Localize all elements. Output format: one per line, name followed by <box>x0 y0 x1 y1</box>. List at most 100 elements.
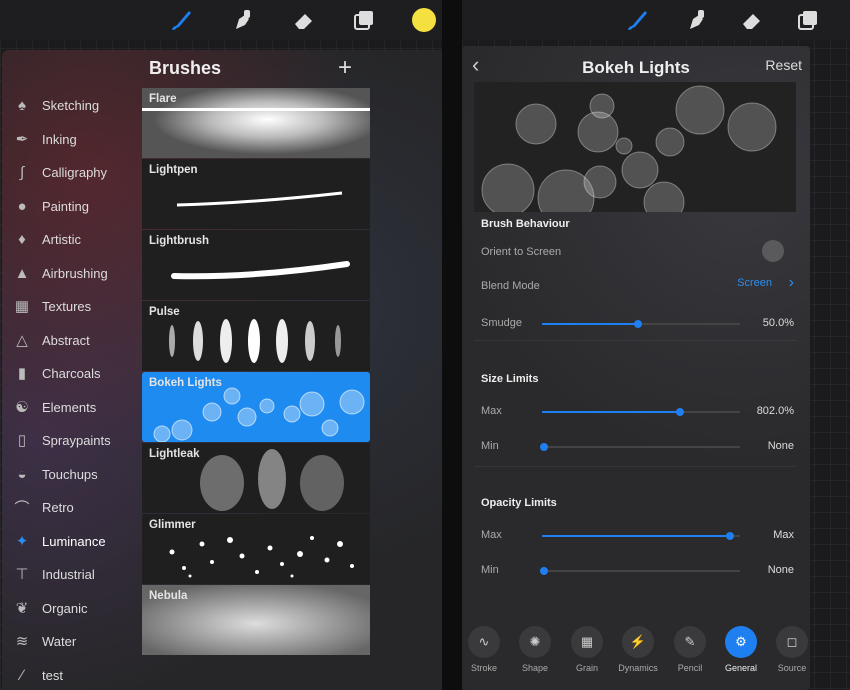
blend-mode-label: Blend Mode <box>481 280 540 292</box>
slider-fill <box>542 411 680 413</box>
category-textures[interactable]: ▦ Textures <box>2 289 142 323</box>
category-spraypaints[interactable]: ▯ Spraypaints <box>2 423 142 457</box>
tab-shape[interactable]: ✺ Shape <box>511 626 559 673</box>
size-max-slider[interactable] <box>542 408 740 416</box>
brush-lightbrush[interactable]: Lightbrush <box>142 230 370 300</box>
tab-stroke[interactable]: ∿ Stroke <box>462 626 508 673</box>
brush-library-screen: Brushes + ♠ Sketching ✒ Inking ∫ Calligraph… <box>0 0 442 690</box>
category-airbrushing[interactable]: ▲ Airbrushing <box>2 256 142 290</box>
category-label: Luminance <box>42 533 106 549</box>
brush-name: Lightpen <box>149 164 198 176</box>
slider-knob[interactable] <box>540 443 548 451</box>
brush-settings-popover: ‹ Bokeh Lights Reset Brush Behaviour Ori… <box>462 46 810 690</box>
triangle-icon: △ <box>16 332 28 349</box>
tab-pencil[interactable]: ✎ Pencil <box>666 626 714 673</box>
chevron-right-icon[interactable]: › <box>789 274 794 292</box>
category-label: Organic <box>42 600 88 616</box>
brush-name: Lightbrush <box>149 235 210 247</box>
divider <box>474 340 796 341</box>
section-title-size-limits: Size Limits <box>481 373 539 385</box>
gear-icon: ⚙ <box>725 626 757 658</box>
smudge-icon[interactable] <box>226 4 258 36</box>
layers-icon[interactable] <box>792 4 824 36</box>
category-label: test <box>42 667 63 683</box>
layers-icon[interactable] <box>348 4 380 36</box>
category-label: Industrial <box>42 566 95 582</box>
category-label: Elements <box>42 399 97 415</box>
tab-grain[interactable]: ▦ Grain <box>563 626 611 673</box>
brush-icon[interactable] <box>166 4 198 36</box>
brush-lightpen[interactable]: Lightpen <box>142 159 370 229</box>
orient-to-screen-toggle[interactable] <box>762 240 784 262</box>
color-swatch[interactable] <box>408 4 440 36</box>
brush-name: Pulse <box>149 306 180 318</box>
brush-bokeh-lights[interactable]: Bokeh Lights <box>142 372 370 442</box>
tab-label: Grain <box>575 663 598 673</box>
source-icon: ◻ <box>776 626 808 658</box>
leaf-icon: ❦ <box>15 600 29 617</box>
category-label: Calligraphy <box>42 164 108 180</box>
slider-knob[interactable] <box>634 320 642 328</box>
category-abstract[interactable]: △ Abstract <box>2 323 142 357</box>
tab-dynamics[interactable]: ⚡ Dynamics <box>614 626 662 673</box>
tab-source[interactable]: ◻ Source <box>768 626 816 673</box>
category-calligraphy[interactable]: ∫ Calligraphy <box>2 155 142 189</box>
slider-knob[interactable] <box>540 567 548 575</box>
brush-lightleak[interactable]: Lightleak <box>142 443 370 513</box>
category-elements[interactable]: ☯ Elements <box>2 390 142 424</box>
opacity-max-slider[interactable] <box>542 532 740 540</box>
category-charcoals[interactable]: ▮ Charcoals <box>2 356 142 390</box>
brush-icon[interactable] <box>622 4 654 36</box>
category-label: Touchups <box>42 466 98 482</box>
category-test[interactable]: ∕ test <box>2 658 142 690</box>
calligraphy-icon: ∫ <box>19 163 25 181</box>
brush-glimmer[interactable]: Glimmer <box>142 514 370 584</box>
add-brush-set-button[interactable]: + <box>338 56 352 80</box>
flame-brush-icon: ♦ <box>18 230 26 248</box>
size-min-value: None <box>767 440 794 452</box>
blend-mode-value[interactable]: Screen <box>737 277 772 289</box>
category-painting[interactable]: ● Painting <box>2 189 142 223</box>
category-water[interactable]: ≋ Water <box>2 624 142 658</box>
color-swatch-dot <box>412 8 436 32</box>
opacity-min-label: Min <box>481 564 499 576</box>
opacity-min-slider[interactable] <box>540 567 740 575</box>
size-min-slider[interactable] <box>540 443 740 451</box>
category-inking[interactable]: ✒ Inking <box>2 122 142 156</box>
tab-label: Pencil <box>677 663 703 673</box>
category-label: Spraypaints <box>42 432 111 448</box>
brush-name: Bokeh Lights <box>149 377 222 389</box>
category-luminance[interactable]: ✦ Luminance <box>2 524 142 558</box>
stroke-icon: ∿ <box>468 626 500 658</box>
eraser-icon[interactable] <box>288 4 320 36</box>
category-organic[interactable]: ❦ Organic <box>2 591 142 625</box>
opacity-max-value: Max <box>773 529 794 541</box>
eraser-icon[interactable] <box>736 4 768 36</box>
brush-nebula[interactable]: Nebula <box>142 585 370 655</box>
category-sketching[interactable]: ♠ Sketching <box>2 88 142 122</box>
anvil-icon: ⊤ <box>15 566 29 583</box>
category-touchups[interactable]: ◒ Touchups <box>2 457 142 491</box>
brush-pulse[interactable]: Pulse <box>142 301 370 371</box>
lightning-icon: ⚡ <box>622 626 654 658</box>
brush-settings-screen: ‹ Bokeh Lights Reset Brush Behaviour Ori… <box>462 0 850 690</box>
tab-general[interactable]: ⚙ General <box>717 626 765 673</box>
spray-can-icon: ▯ <box>17 432 27 449</box>
category-artistic[interactable]: ♦ Artistic <box>2 222 142 256</box>
reset-button[interactable]: Reset <box>765 57 802 73</box>
slider-knob[interactable] <box>726 532 734 540</box>
category-industrial[interactable]: ⊤ Industrial <box>2 557 142 591</box>
section-title-brush-behaviour: Brush Behaviour <box>481 218 570 230</box>
smudge-icon[interactable] <box>680 4 712 36</box>
smudge-slider[interactable] <box>542 320 740 328</box>
slider-knob[interactable] <box>676 408 684 416</box>
brush-flare[interactable]: Flare <box>142 88 370 158</box>
brush-name: Nebula <box>149 590 188 602</box>
waves-icon: ≋ <box>15 633 29 650</box>
tab-label: General <box>724 663 758 673</box>
category-label: Textures <box>42 298 92 314</box>
settings-tab-bar: ∿ Stroke ✺ Shape ▦ Grain ⚡ Dynamics ✎ Pencil … <box>462 618 810 678</box>
smudge-value: 50.0% <box>762 317 794 329</box>
category-retro[interactable]: ⌒ Retro <box>2 490 142 524</box>
airbrush-icon: ▲ <box>14 264 30 282</box>
